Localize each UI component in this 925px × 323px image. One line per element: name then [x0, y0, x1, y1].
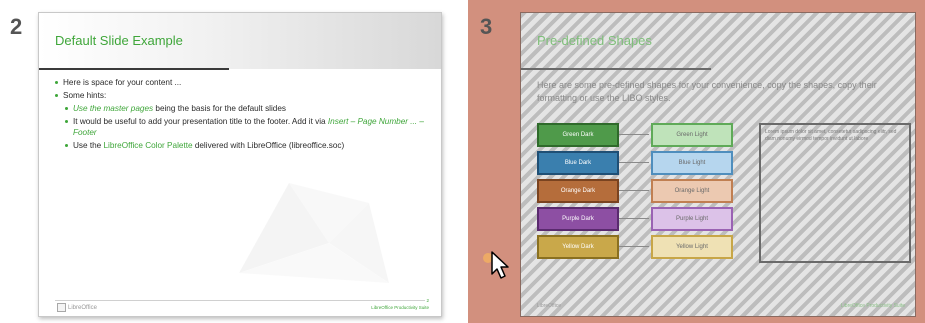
title-underline: [39, 68, 229, 70]
footer-text: LibreOffice Productivity Suite: [371, 305, 429, 310]
footer-page-number: 2: [426, 298, 429, 303]
title-underline: [521, 68, 711, 70]
footer-logo-text: LibreOffice: [537, 303, 562, 309]
slide-number: 2: [10, 14, 23, 39]
list-item: Some hints:: [55, 90, 427, 101]
text-frame[interactable]: [759, 123, 911, 263]
slide-thumbnail-pane-2[interactable]: 2 Default Slide Example Here is space fo…: [0, 0, 462, 323]
document-icon: [57, 303, 66, 312]
slide-intro-text: Here are some pre-defined shapes for you…: [537, 80, 877, 103]
connector-line: [619, 246, 649, 247]
slide-title: Pre-defined Shapes: [537, 33, 652, 48]
frame-placeholder-text: Lorem ipsum dolor sit amet, consetetur s…: [765, 129, 897, 142]
list-item: Here is space for your content ...: [55, 77, 427, 88]
slide-number: 3: [480, 14, 493, 39]
footer-divider: [55, 300, 425, 301]
shape-blue-light[interactable]: Blue Light: [651, 151, 733, 175]
shape-green-light[interactable]: Green Light: [651, 123, 733, 147]
background-graphic: [239, 183, 389, 283]
slide-content: Here is space for your content ... Some …: [55, 77, 427, 153]
slide-thumbnail-pane-3-selected[interactable]: 3 Pre-defined Shapes Here are some pre-d…: [468, 0, 925, 323]
mouse-cursor-icon: [483, 251, 509, 279]
shape-blue-dark[interactable]: Blue Dark: [537, 151, 619, 175]
shape-purple-dark[interactable]: Purple Dark: [537, 207, 619, 231]
list-item: Use the master pages being the basis for…: [65, 103, 427, 114]
shape-orange-dark[interactable]: Orange Dark: [537, 179, 619, 203]
color-palette-link[interactable]: LibreOffice Color Palette: [104, 141, 193, 150]
shape-yellow-light[interactable]: Yellow Light: [651, 235, 733, 259]
slide-title: Default Slide Example: [55, 33, 183, 48]
shape-yellow-dark[interactable]: Yellow Dark: [537, 235, 619, 259]
connector-line: [619, 218, 649, 219]
shape-purple-light[interactable]: Purple Light: [651, 207, 733, 231]
shape-green-dark[interactable]: Green Dark: [537, 123, 619, 147]
libreoffice-logo: LibreOffice: [57, 303, 97, 312]
connector-line: [619, 162, 649, 163]
connector-line: [619, 134, 649, 135]
slide-thumbnail-2[interactable]: Default Slide Example Here is space for …: [38, 12, 442, 317]
master-pages-link[interactable]: Use the master pages: [73, 104, 153, 113]
shape-orange-light[interactable]: Orange Light: [651, 179, 733, 203]
slide-thumbnail-3[interactable]: Pre-defined Shapes Here are some pre-def…: [520, 12, 916, 317]
connector-line: [619, 190, 649, 191]
list-item: It would be useful to add your presentat…: [65, 116, 427, 138]
list-item: Use the LibreOffice Color Palette delive…: [65, 140, 427, 151]
footer-text: LibreOffice Productivity Suite: [840, 303, 905, 309]
